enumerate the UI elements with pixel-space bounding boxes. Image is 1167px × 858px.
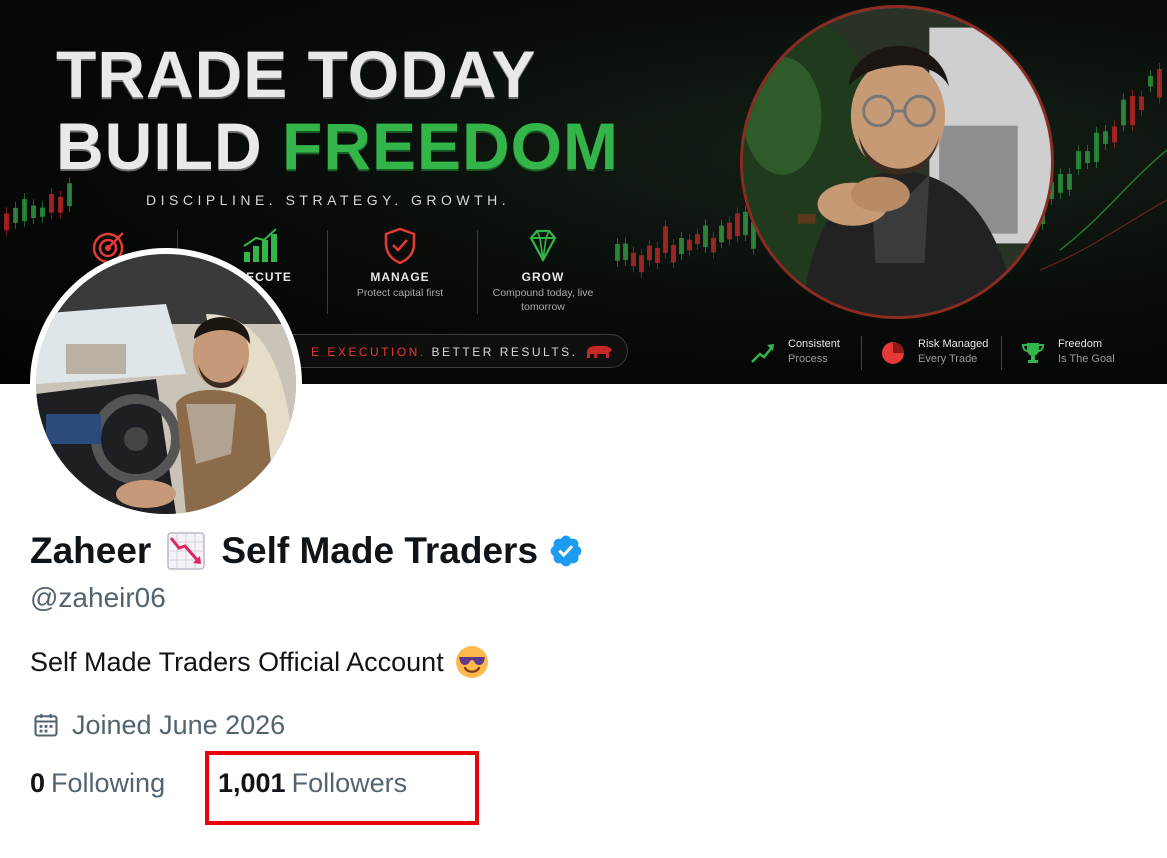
background-candle — [1148, 76, 1153, 87]
pillar-title: MANAGE — [370, 270, 430, 284]
verified-badge-icon[interactable] — [548, 533, 584, 569]
trophy-icon — [1021, 343, 1045, 363]
background-candle — [49, 193, 54, 213]
chart-decreasing-emoji-icon — [167, 532, 206, 570]
bar-growth-icon — [243, 228, 277, 262]
stat-sub: Process — [788, 353, 828, 365]
pillar-divider — [327, 230, 328, 314]
user-handle: @zaheir06 — [30, 582, 166, 613]
background-candle — [1076, 151, 1081, 170]
headline-word-freedom: FREEDOM — [282, 109, 619, 183]
background-candle — [711, 237, 716, 253]
stat-title: Risk Managed — [918, 338, 989, 350]
display-name-first: Zaheer — [30, 530, 152, 571]
slogan-text: E EXECUTION. BETTER RESULTS. — [311, 345, 578, 359]
join-date-text: Joined June 2026 — [72, 709, 286, 740]
background-candle — [719, 225, 724, 243]
background-candle — [4, 213, 9, 231]
join-date: Joined June 2026 — [32, 708, 285, 742]
banner-slogan-pill: E EXECUTION. BETTER RESULTS. — [260, 334, 628, 368]
background-candle — [703, 225, 708, 248]
background-candle — [1067, 173, 1072, 190]
display-name: Zaheer Self Made Traders — [30, 530, 584, 572]
background-candle — [40, 207, 45, 217]
stat-title: Consistent — [788, 338, 840, 350]
following-label: Following — [51, 768, 166, 798]
background-candle — [1103, 131, 1108, 144]
background-candle — [687, 239, 692, 251]
portrait-illustration — [743, 8, 1051, 316]
background-candle — [1058, 174, 1063, 193]
profile-bio: Self Made Traders Official Account — [30, 644, 490, 680]
banner-portrait-photo — [740, 5, 1054, 319]
background-candle — [1130, 95, 1135, 126]
stat-sub: Every Trade — [918, 353, 978, 365]
diamond-icon — [529, 229, 557, 263]
bio-text: Self Made Traders Official Account — [30, 646, 444, 677]
pillar-manage: MANAGE Protect capital first — [330, 222, 470, 318]
background-candle — [1139, 96, 1144, 111]
pie-chart-icon — [882, 342, 904, 364]
background-candle — [663, 226, 668, 253]
background-candle — [639, 255, 644, 273]
slogan-part-a: E EXECUTION. — [311, 345, 426, 359]
trend-up-icon — [751, 344, 774, 363]
followers-highlight-box — [205, 751, 479, 825]
background-candle — [31, 205, 36, 219]
avatar-photo — [36, 254, 296, 514]
stat-sub: Is The Goal — [1058, 353, 1115, 365]
pillar-sub: Protect capital first — [356, 287, 444, 299]
background-candle — [695, 234, 700, 244]
headline-line-2: BUILD FREEDOM — [56, 109, 619, 183]
shield-check-icon — [384, 227, 416, 265]
background-candle — [1085, 151, 1090, 164]
background-candle — [1112, 126, 1117, 143]
background-candle — [631, 252, 636, 267]
background-candle — [671, 244, 676, 263]
background-candle — [13, 207, 18, 223]
headline-word-build: BUILD — [56, 109, 263, 183]
banner-tagline: DISCIPLINE. STRATEGY. GROWTH. — [146, 192, 511, 208]
bear-icon — [587, 346, 612, 358]
profile-avatar[interactable] — [30, 248, 302, 520]
display-name-brand: Self Made Traders — [221, 530, 539, 571]
stat-divider — [861, 336, 862, 370]
background-candle — [727, 222, 732, 240]
slogan-part-b: BETTER RESULTS. — [431, 345, 578, 359]
background-candle — [679, 238, 684, 255]
background-candle — [655, 247, 660, 263]
background-candle — [735, 213, 740, 237]
background-candle — [1121, 99, 1126, 126]
background-candle — [743, 211, 748, 236]
background-candle — [1094, 132, 1099, 162]
avatar-illustration — [36, 254, 296, 514]
background-candle — [647, 245, 652, 261]
background-candle — [67, 183, 72, 207]
smiling-face-with-sunglasses-icon — [455, 646, 488, 678]
banner-stats: Consistent Process Risk Managed Every Tr… — [750, 334, 1130, 370]
pillar-title: GROW — [521, 270, 565, 284]
banner-headline: TRADE TODAY BUILD FREEDOM — [56, 37, 619, 183]
pillar-grow: GROW Compound today, live tomorrow — [473, 222, 613, 318]
background-candle — [58, 196, 63, 213]
stat-title: Freedom — [1058, 338, 1103, 350]
pillar-sub: Compound today, live tomorrow — [492, 287, 594, 313]
following-count: 0 — [30, 768, 46, 798]
background-candle — [1157, 69, 1162, 98]
stat-divider — [1001, 336, 1002, 370]
following-link[interactable]: 0 Following — [30, 768, 165, 799]
background-candle — [22, 199, 27, 222]
headline-line-1: TRADE TODAY — [56, 37, 537, 111]
calendar-icon — [34, 713, 58, 737]
